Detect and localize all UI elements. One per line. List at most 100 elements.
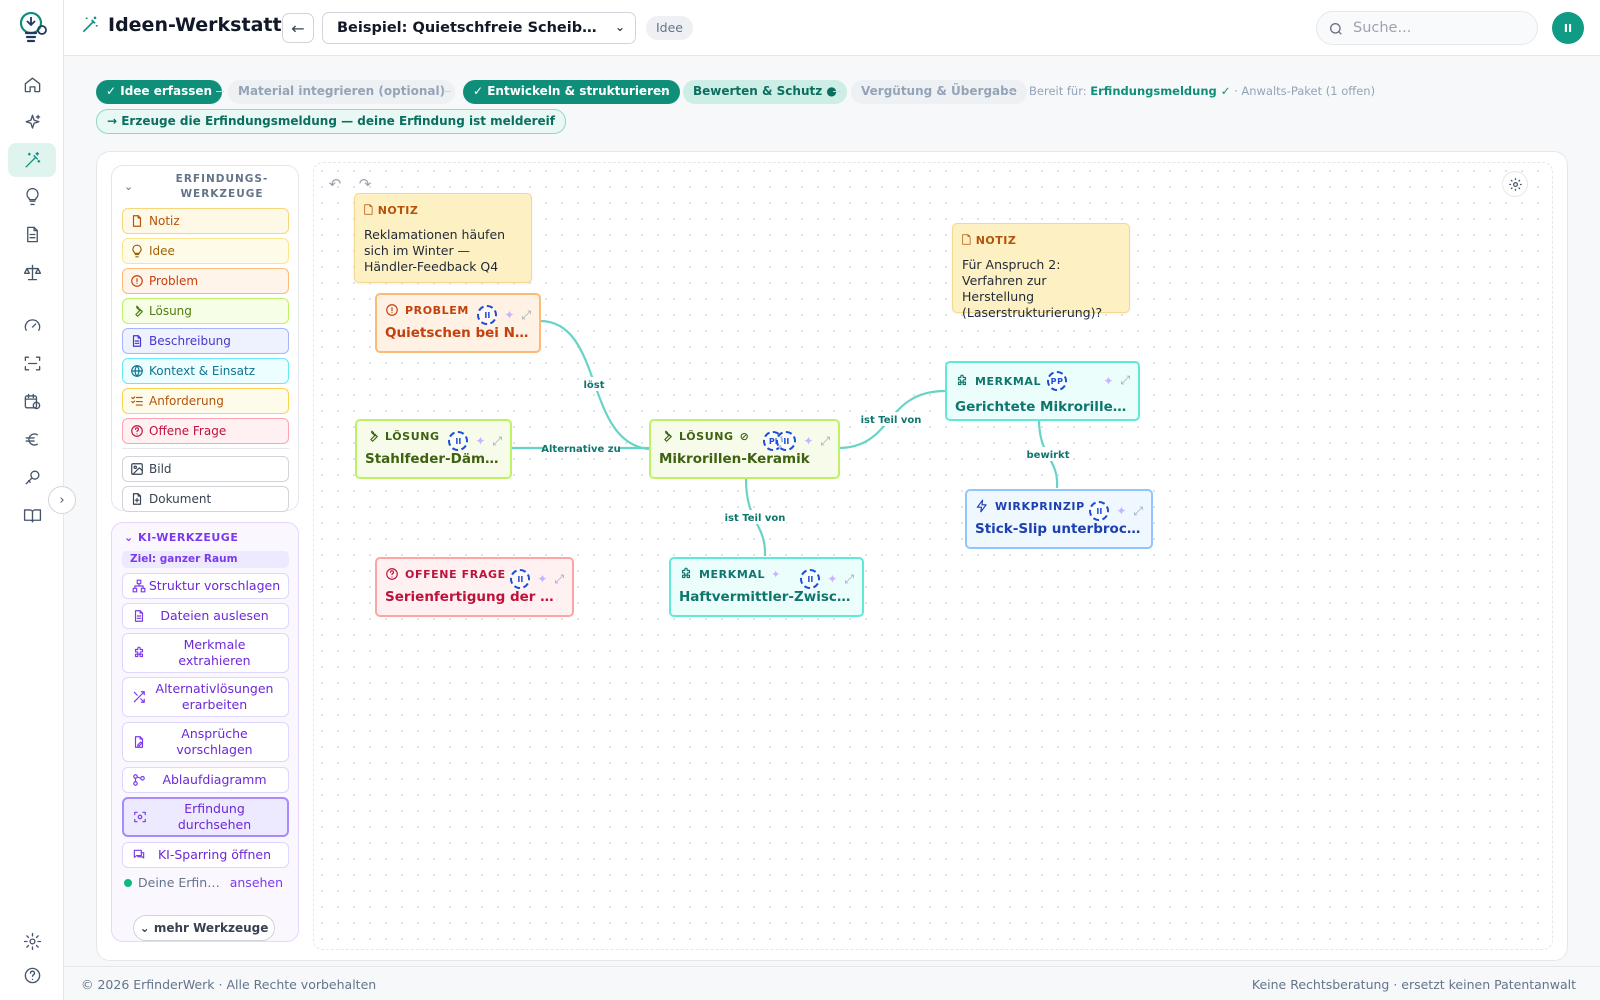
file-icon [130,492,144,506]
node-loesung[interactable]: LÖSUNG ⊘ Mikrorillen-Keramik PI II ✦ ⤢ [649,419,840,479]
expand-icon[interactable]: ⤢ [492,434,502,449]
book-icon[interactable] [20,503,44,527]
sparkle-icon[interactable]: ✦ [475,434,485,448]
ready-suffix[interactable]: · Anwalts-Paket (1 offen) [1234,84,1375,98]
file-edit-icon [132,735,146,749]
key-icon[interactable] [20,465,44,489]
note-card[interactable]: 🗋 NOTIZ Reklamationen häufen sich im Win… [354,193,532,283]
euro-icon[interactable] [20,427,44,451]
settings-icon[interactable] [20,929,44,953]
expand-icon[interactable]: ⤢ [820,434,830,449]
scan-icon[interactable] [20,351,44,375]
expand-icon[interactable]: ⤢ [554,572,564,587]
step-bewerten[interactable]: Bewerten & Schutz ● [683,80,847,104]
sparkle-icon[interactable]: ✦ [803,434,813,448]
ai-tool-scan[interactable]: Erfindung durchsehen [122,797,289,837]
tool-offene-frage[interactable]: Offene Frage [122,418,289,444]
more-tools-button[interactable]: ⌄ mehr Werkzeuge [133,915,275,941]
tool-dokument[interactable]: Dokument [122,486,289,512]
tool-lösung[interactable]: Lösung [122,298,289,324]
ai-tool-puzzle[interactable]: Merkmale extrahieren [122,633,289,673]
ai-tools-heading[interactable]: ⌄ KI-WERKZEUGE [124,531,238,544]
idea-select[interactable]: Beispiel: Quietschfreie Scheib… ⌄ [322,12,636,44]
calendar-clock-icon[interactable] [20,389,44,413]
alert-circle-icon [386,304,398,316]
more-tools-label: mehr Werkzeuge [153,921,269,935]
note-icon [130,214,144,228]
sparkle-icon[interactable]: ✦ [504,308,514,322]
ai-tool-chat[interactable]: KI-Sparring öffnen [122,842,289,868]
step-separator [1007,91,1015,92]
node-actions: II ✦ ⤢ [800,569,854,589]
avatar[interactable]: II [1552,12,1584,44]
lightbulb-logo-icon[interactable] [14,8,50,48]
ai-status-link[interactable]: ansehen [230,875,283,890]
node-merkmal[interactable]: MERKMAL ✦ Haftvermittler-Zwische… II ✦ ⤢ [669,557,864,617]
expand-icon[interactable]: ⤢ [1133,504,1143,519]
tool-problem[interactable]: Problem [122,268,289,294]
tools-heading: ERFINDUNGS-WERKZEUGE [175,173,269,200]
sparkle-icon[interactable]: ✦ [537,572,547,586]
node-problem[interactable]: PROBLEM Quietschen bei Nässe II ✦ ⤢ [375,293,541,353]
document-icon[interactable] [20,222,44,246]
expand-sidebar-button[interactable]: › [48,486,76,514]
help-icon[interactable] [20,963,44,987]
ai-tool-file-edit[interactable]: Ansprüche vorschlagen [122,722,289,762]
sparkle-icon[interactable]: ✦ [827,572,837,586]
step-verguetung[interactable]: Vergütung & Übergabe [851,80,1027,104]
magic-wand-icon[interactable] [8,143,56,177]
search-input[interactable]: Suche... [1316,11,1538,45]
sparkles-icon[interactable] [20,110,44,134]
node-wirkprinzip[interactable]: WIRKPRINZIP Stick-Slip unterbrochen II ✦ ⤢ [965,489,1153,549]
puzzle-icon [681,567,691,579]
sparkle-icon[interactable]: ✦ [1103,374,1113,388]
home-icon[interactable] [20,72,44,96]
gauge-icon[interactable] [20,313,44,337]
node-actions: II ✦ ⤢ [510,569,564,589]
back-button[interactable]: ← [282,13,314,43]
node-actions: II ✦ ⤢ [477,305,531,325]
ai-tool-flow[interactable]: Ablaufdiagramm [122,767,289,793]
expand-icon[interactable]: ⤢ [1120,373,1130,388]
next-step-cta[interactable]: → Erzeuge die Erfindungsmeldung — deine … [96,109,567,134]
expand-icon[interactable]: ⤢ [844,572,854,587]
node-offene-frage[interactable]: OFFENE FRAGE Serienfertigung der Rill… I… [375,557,574,617]
tool-idee[interactable]: Idee [122,238,289,264]
tool-beschreibung[interactable]: Beschreibung [122,328,289,354]
ai-tools-heading-text: KI-WERKZEUGE [138,531,239,544]
expand-icon[interactable]: ⤢ [521,308,531,323]
node-merkmal[interactable]: MERKMALPP Gerichtete Mikrorillen 0… ✦⤢ [945,361,1140,421]
note-card[interactable]: 🗋 NOTIZ Für Anspruch 2: Verfahren zur He… [952,223,1130,320]
step-separator [443,91,451,92]
step-idee-erfassen[interactable]: ✓ Idee erfassen [96,80,223,104]
tool-bild[interactable]: Bild [122,456,289,482]
step-separator [216,91,224,92]
node-title: Serienfertigung der Rill… [385,589,564,605]
footer: © 2026 ErfinderWerk · Alle Rechte vorbeh… [64,966,1600,1000]
note-kind-text: NOTIZ [975,234,1017,247]
node-kind-text: OFFENE FRAGE [405,567,506,581]
workspace: ⌄ ERFINDUNGS-WERKZEUGE Notiz Idee Problem L… [96,151,1568,961]
edge-label: ist Teil von [861,415,922,426]
ai-tool-shuffle[interactable]: Alternativlösungen erarbeiten [122,677,289,717]
chevron-down-icon[interactable]: ⌄ [124,180,133,193]
canvas[interactable]: ↶ ↷ löst Alternative zu ist Teil von bew… [313,162,1553,950]
tool-kontext-einsatz[interactable]: Kontext & Einsatz [122,358,289,384]
note-text: Für Anspruch 2: Verfahren zur Herstellun… [962,257,1103,320]
sparkle-icon[interactable]: ✦ [1116,504,1126,518]
wrench-icon [370,430,378,442]
sparkle-icon: ✦ [771,567,781,581]
ai-tool-label: Struktur vorschlagen [148,578,281,593]
checklist-icon [130,394,144,408]
node-loesung[interactable]: LÖSUNG Stahlfeder-Dämpfer II ✦ ⤢ [355,419,512,479]
scales-icon[interactable] [20,260,44,284]
tool-notiz[interactable]: Notiz [122,208,289,234]
lightbulb-icon[interactable] [20,184,44,208]
ai-tool-file-text[interactable]: Dateien auslesen [122,603,289,629]
tool-anforderung[interactable]: Anforderung [122,388,289,414]
step-entwickeln[interactable]: ✓ Entwickeln & strukturieren [463,80,680,104]
ai-tool-hierarchy[interactable]: Struktur vorschlagen [122,573,289,599]
step-material[interactable]: Material integrieren (optional) [228,80,456,104]
chevron-down-icon: ⌄ [614,20,625,34]
ready-value[interactable]: Erfindungsmeldung ✓ [1090,84,1230,98]
